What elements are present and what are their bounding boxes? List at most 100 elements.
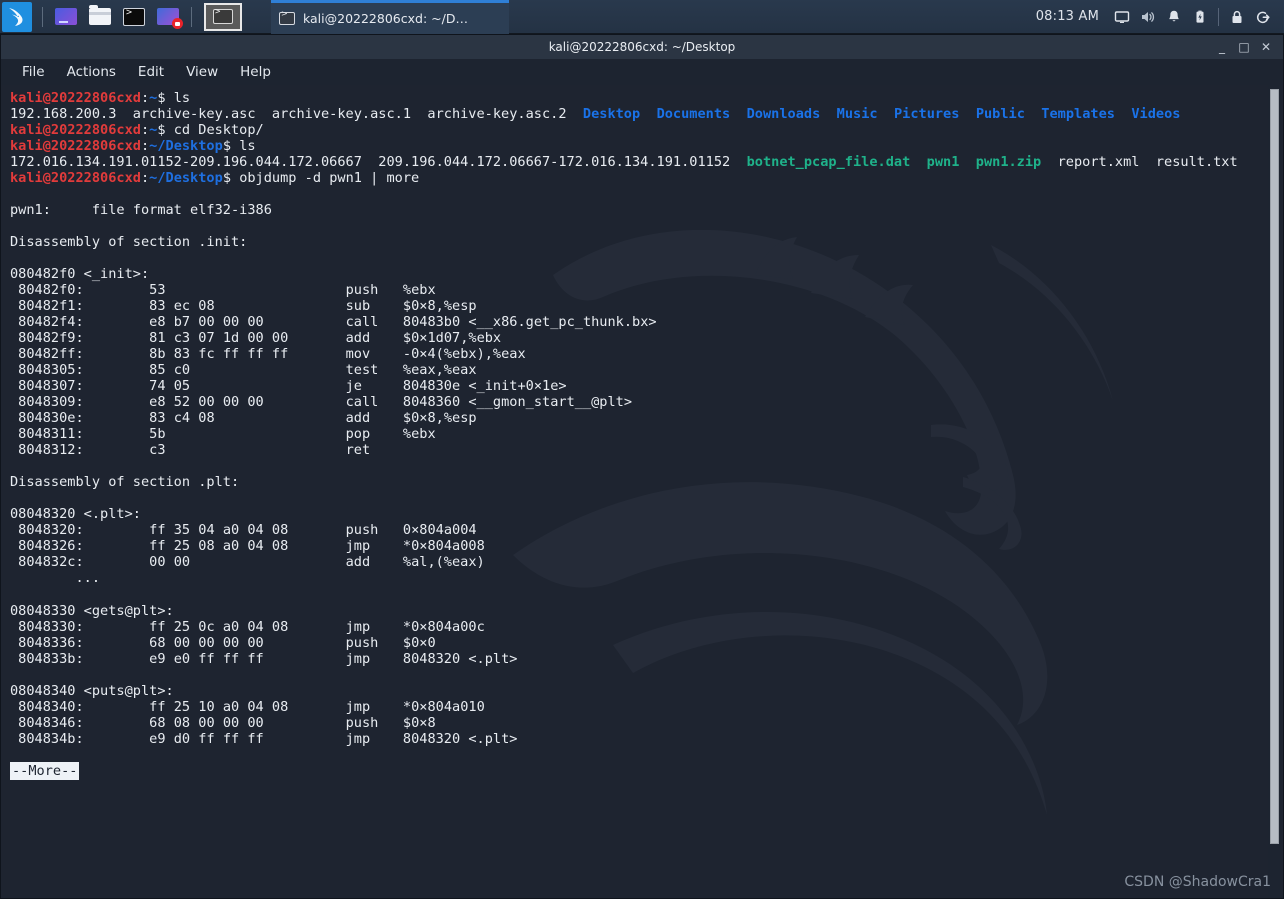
display-icon[interactable] [1109, 4, 1135, 30]
ls-home-plain: 192.168.200.3 archive-key.asc archive-ke… [10, 106, 583, 123]
plt-symbol-label: 08048320 <.plt>: [10, 506, 141, 523]
ls-dir-public: Public [975, 106, 1025, 123]
disasm-addr: 804832c: [10, 554, 84, 571]
maximize-button[interactable]: □ [1233, 35, 1255, 59]
lock-icon[interactable] [1224, 4, 1250, 30]
ls-dir-documents: Documents [656, 106, 731, 123]
command-1: ls [173, 90, 191, 106]
menu-item-actions[interactable]: Actions [56, 62, 127, 82]
battery-icon[interactable] [1187, 4, 1213, 30]
disasm-addr: 8048330: [10, 618, 84, 635]
disasm-ops: $0×8,%esp [402, 298, 477, 315]
disasm-bytes: e9 e0 ff ff ff [149, 650, 264, 667]
tray-separator [1218, 7, 1219, 26]
gets-symbol-label: 08048330 <gets@plt>: [10, 602, 174, 619]
notification-bell-icon[interactable] [1161, 4, 1187, 30]
ls-dir-videos: Videos [1131, 106, 1181, 123]
disasm-ops: *0×804a010 [402, 698, 485, 715]
disasm-ops: 80483b0 <__x86.get_pc_thunk.bx> [402, 314, 657, 331]
disasm-bytes: 81 c3 07 1d 00 00 [149, 330, 289, 347]
plt-ellipsis: ... [10, 570, 101, 587]
disasm-mnem: test [345, 362, 379, 379]
disasm-bytes: c3 [149, 442, 166, 459]
clock[interactable]: 08:13 AM [1036, 9, 1099, 24]
disasm-mnem: push [345, 634, 379, 651]
disasm-mnem: call [345, 394, 379, 411]
disasm-addr: 8048336: [10, 634, 84, 651]
disasm-bytes: 83 ec 08 [149, 298, 215, 315]
disasm-bytes: 68 00 00 00 00 [149, 634, 264, 651]
more-prompt[interactable]: --More-- [10, 761, 80, 780]
section-plt-header: Disassembly of section .plt: [10, 474, 240, 491]
ls-dir-templates: Templates [1041, 106, 1115, 123]
disasm-ops: $0×8 [402, 714, 436, 731]
file-manager-icon[interactable] [87, 4, 113, 30]
disasm-addr: 80482ff: [10, 346, 84, 363]
disasm-bytes: ff 25 10 a0 04 08 [149, 698, 289, 715]
panel-separator-2 [191, 6, 192, 27]
terminal-icon[interactable] [121, 4, 147, 30]
disasm-mnem: add [345, 554, 371, 571]
disasm-mnem: jmp [345, 618, 371, 635]
ls-dir-music: Music [836, 106, 878, 123]
disasm-ops: 8048320 <.plt> [402, 730, 518, 747]
disasm-addr: 80482f4: [10, 314, 84, 331]
kali-dragon-logo[interactable] [2, 1, 32, 32]
section-init-header: Disassembly of section .init: [10, 234, 248, 251]
ls-file-botnet-pcap: botnet_pcap_file.dat [746, 154, 911, 171]
disasm-addr: 80482f9: [10, 330, 84, 347]
disasm-mnem: ret [345, 442, 371, 459]
disasm-bytes: 68 08 00 00 00 [149, 714, 264, 731]
disasm-ops: -0×4(%ebx),%eax [402, 346, 526, 363]
disasm-bytes: e8 52 00 00 00 [149, 394, 264, 411]
disasm-mnem: push [345, 714, 379, 731]
menu-item-file[interactable]: File [11, 62, 56, 82]
taskbar-window-button-terminal[interactable]: kali@20222806cxd: ~/D… [271, 0, 509, 34]
menu-item-view[interactable]: View [175, 62, 229, 82]
web-browser-icon[interactable] [53, 4, 79, 30]
terminal-output: kali@20222806cxd:~$ ls 192.168.200.3 arc… [10, 90, 1238, 780]
top-panel: kali@20222806cxd: ~/D… 08:13 AM [0, 0, 1284, 34]
disasm-bytes: 8b 83 fc ff ff ff [149, 346, 289, 363]
command-4: objdump -d pwn1 | more [239, 170, 420, 187]
logout-icon[interactable] [1250, 4, 1276, 30]
disasm-bytes: 53 [149, 282, 166, 299]
taskbar-window-title: kali@20222806cxd: ~/D… [303, 10, 468, 26]
disasm-bytes: 74 05 [149, 378, 191, 395]
close-button[interactable]: ✕ [1255, 35, 1277, 59]
disasm-ops: 0×804a004 [402, 522, 477, 539]
disasm-bytes: ff 35 04 a0 04 08 [149, 522, 289, 539]
disasm-mnem: jmp [345, 538, 371, 555]
disasm-ops: $0×0 [402, 634, 436, 651]
disasm-bytes: ff 25 08 a0 04 08 [149, 538, 289, 555]
disasm-addr: 8048312: [10, 442, 84, 459]
disasm-addr: 8048340: [10, 698, 84, 715]
init-symbol-label: 080482f0 <_init>: [10, 266, 150, 283]
volume-icon[interactable] [1135, 4, 1161, 30]
watermark-text: CSDN @ShadowCra1 [1124, 874, 1271, 890]
menu-item-help[interactable]: Help [229, 62, 282, 82]
screen-recorder-icon[interactable] [155, 4, 183, 30]
window-titlebar[interactable]: kali@20222806cxd: ~/Desktop _ □ ✕ [1, 35, 1283, 59]
disasm-addr: 8048305: [10, 362, 84, 379]
ls-dir-downloads: Downloads [746, 106, 821, 123]
menu-item-edit[interactable]: Edit [127, 62, 175, 82]
disasm-mnem: jmp [345, 698, 371, 715]
disasm-mnem: sub [345, 298, 371, 315]
menu-bar: File Actions Edit View Help [1, 59, 1283, 85]
disasm-addr: 8048320: [10, 522, 84, 539]
disasm-ops: $0×8,%esp [402, 410, 477, 427]
scrollbar-thumb[interactable] [1270, 89, 1279, 844]
disasm-ops: 8048360 <__gmon_start__@plt> [402, 394, 633, 411]
ls-file-pwn1-zip: pwn1.zip [975, 154, 1042, 171]
terminal-scrollbar[interactable] [1268, 85, 1281, 898]
disasm-addr: 804833b: [10, 650, 84, 667]
disasm-addr: 8048326: [10, 538, 84, 555]
terminal-screen[interactable]: kali@20222806cxd:~$ ls 192.168.200.3 arc… [1, 85, 1283, 898]
command-3: ls [239, 138, 256, 155]
disasm-mnem: je [345, 378, 362, 395]
ls-file-pwn1: pwn1 [926, 154, 960, 171]
disasm-addr: 804834b: [10, 730, 84, 747]
active-app-button[interactable] [204, 2, 242, 31]
minimize-button[interactable]: _ [1211, 35, 1233, 59]
